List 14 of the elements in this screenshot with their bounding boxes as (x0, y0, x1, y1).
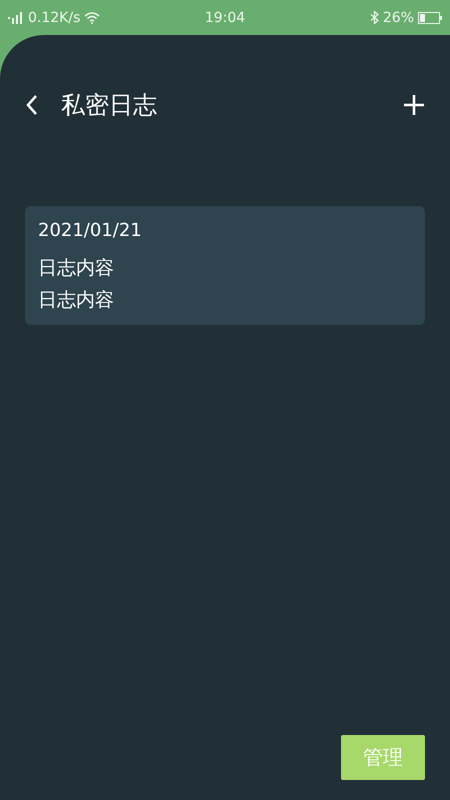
bluetooth-icon (370, 11, 379, 24)
add-button[interactable] (403, 94, 425, 116)
entry-text: 日志内容 (38, 288, 115, 313)
entry-text: 日志内容 (38, 256, 115, 281)
wifi-icon (84, 12, 100, 24)
network-speed: 0.12K/s (28, 10, 80, 26)
clock: 19:04 (204, 10, 246, 26)
battery-icon (418, 12, 442, 24)
page-title: 私密日志 (61, 90, 158, 121)
diary-card[interactable]: 2021/01/21 日志内容 日志内容 (25, 206, 425, 325)
entry-date: 2021/01/21 (38, 220, 143, 241)
back-button[interactable] (25, 94, 39, 116)
battery-percent: 26% (382, 10, 414, 26)
signal-icon (8, 12, 24, 24)
